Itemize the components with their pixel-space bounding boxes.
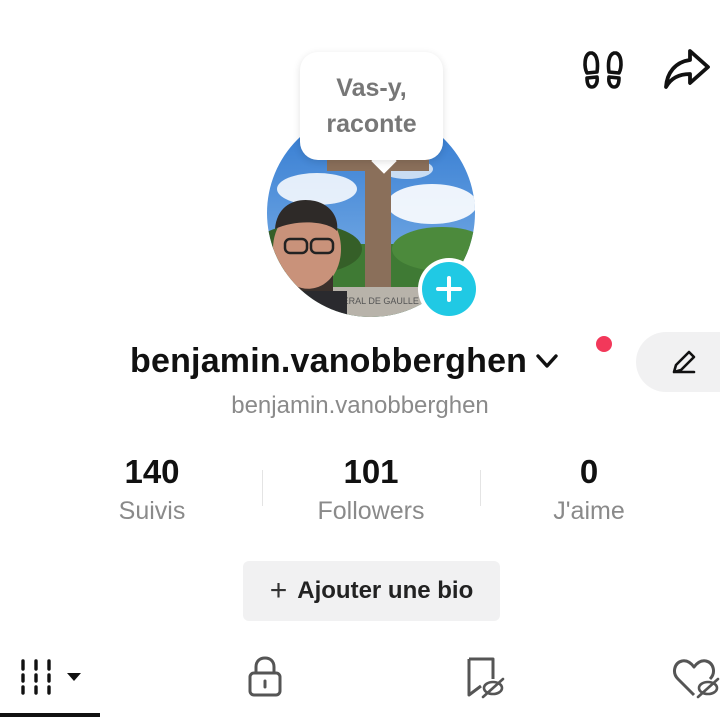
share-icon[interactable] [662,44,712,94]
tab-videos[interactable] [10,640,90,714]
footprints-icon[interactable] [578,44,628,94]
stat-following[interactable]: 140 Suivis [52,452,252,530]
plus-icon [436,276,462,302]
stat-value: 140 [124,453,180,490]
grid-icon [21,659,81,695]
bubble-line-2: raconte [326,110,417,138]
bookmark-hidden-icon [467,657,505,699]
stat-value: 0 [579,453,599,490]
tab-private[interactable] [230,640,300,714]
story-prompt-bubble[interactable]: Vas-y, raconte [300,52,443,160]
stat-label: Suivis [118,497,186,525]
tab-saved[interactable] [448,640,518,714]
stat-value: 101 [343,453,399,490]
bubble-line-1: Vas-y, [336,74,407,102]
tab-liked[interactable] [662,640,720,714]
lock-icon [248,656,282,697]
username: benjamin.vanobberghen [130,341,528,380]
profile-handle: benjamin.vanobberghen [231,392,489,419]
stat-divider [262,470,263,506]
stat-followers[interactable]: 101 Followers [271,452,471,530]
notification-dot [596,336,612,352]
add-bio-label: Ajouter une bio [297,577,474,604]
stat-label: J'aime [553,497,625,525]
active-tab-indicator [0,713,100,717]
heart-hidden-icon [673,659,720,699]
stat-divider [480,470,481,506]
username-row[interactable]: benjamin.vanobberghen [130,338,561,384]
pencil-icon[interactable] [668,346,700,378]
chevron-down-icon[interactable] [533,347,561,375]
add-bio-button[interactable]: + Ajouter une bio [243,561,500,621]
stat-label: Followers [317,497,425,525]
add-photo-button[interactable] [418,258,480,320]
plus-icon: + [269,574,288,607]
stat-likes[interactable]: 0 J'aime [489,452,689,530]
